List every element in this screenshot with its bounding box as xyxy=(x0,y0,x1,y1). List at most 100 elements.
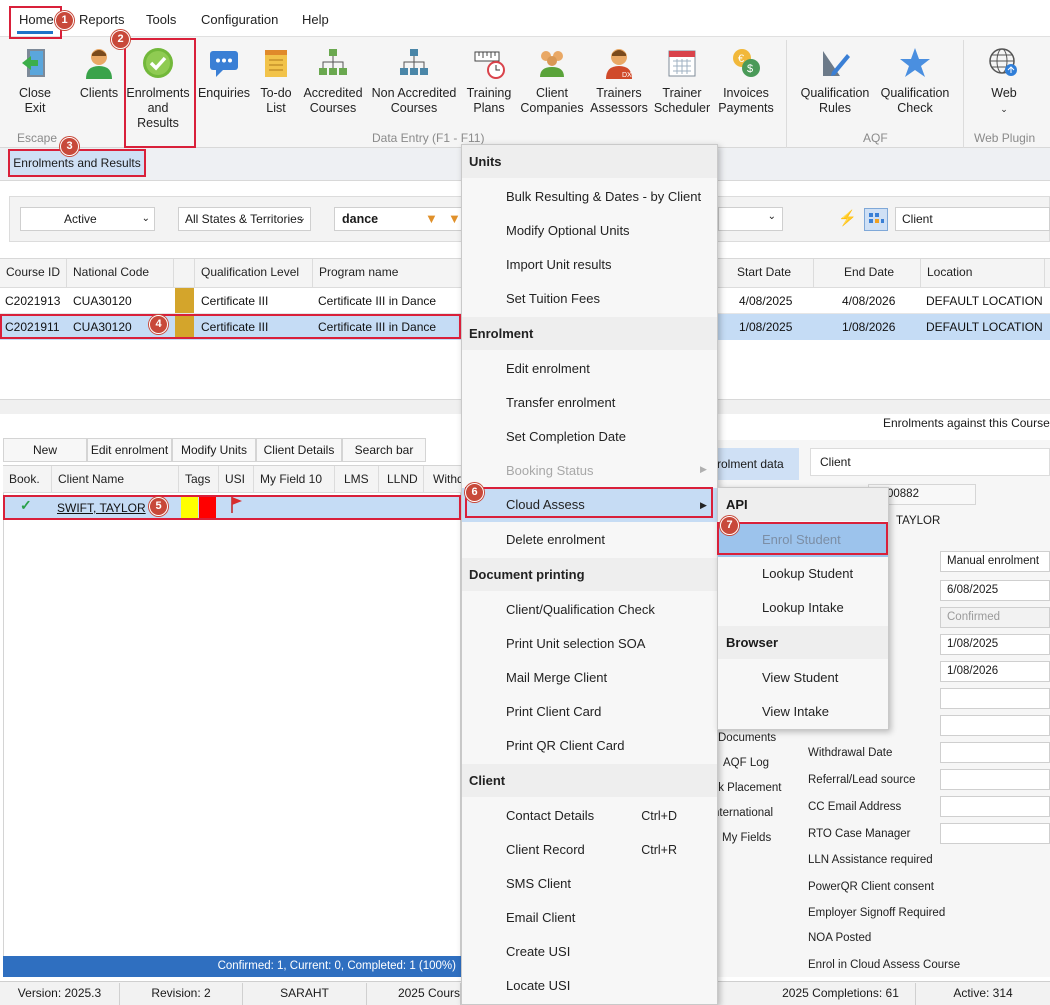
client-companies-label-2: Companies xyxy=(520,101,584,115)
web-button[interactable]: Web ⌄ xyxy=(975,46,1033,117)
header-course-id[interactable]: Course ID xyxy=(0,259,67,288)
header-lms[interactable]: LMS xyxy=(335,466,379,493)
client-companies-button[interactable]: Client Companies xyxy=(520,46,584,116)
menu-item-print-unit-soa[interactable]: Print Unit selection SOA xyxy=(462,627,717,661)
menu-item-delete-enrolment[interactable]: Delete enrolment xyxy=(462,523,717,557)
training-plans-button[interactable]: Training Plans xyxy=(463,46,515,116)
header-client-name[interactable]: Client Name xyxy=(52,466,179,493)
enrolments-results-button[interactable]: Enrolments and Results xyxy=(126,46,190,131)
secondary-dropdown[interactable]: ⌄ xyxy=(718,207,783,231)
header-llnd[interactable]: LLND xyxy=(379,466,424,493)
header-my-field-10[interactable]: My Field 10 xyxy=(254,466,335,493)
menu-home[interactable]: Home xyxy=(19,12,54,27)
lightning-icon[interactable]: ⚡ xyxy=(838,209,857,227)
menu-item-edit-enrolment[interactable]: Edit enrolment xyxy=(462,352,717,386)
qualification-rules-button[interactable]: Qualification Rules xyxy=(798,46,872,116)
trainers-assessors-button[interactable]: DX Trainers Assessors xyxy=(590,46,648,116)
row1-location: DEFAULT LOCATION xyxy=(926,294,1043,308)
menu-item-client-record[interactable]: Client Record Ctrl+R xyxy=(462,833,717,867)
header-color[interactable] xyxy=(174,259,195,288)
trainer-scheduler-button[interactable]: Trainer Scheduler xyxy=(653,46,711,116)
edit-enrolment-button[interactable]: Edit enrolment xyxy=(87,438,172,462)
enrolment-type-field[interactable]: Manual enrolment xyxy=(940,551,1050,572)
client-details-button[interactable]: Client Details xyxy=(256,438,342,462)
menu-item-transfer-enrolment[interactable]: Transfer enrolment xyxy=(462,386,717,420)
clients-button[interactable]: Clients xyxy=(74,46,124,101)
header-program-name[interactable]: Program name xyxy=(313,259,463,288)
menu-item-set-tuition-fees[interactable]: Set Tuition Fees xyxy=(462,282,717,316)
header-start-date[interactable]: Start Date xyxy=(731,259,814,288)
modify-units-button[interactable]: Modify Units xyxy=(172,438,256,462)
filter-clear-icon[interactable]: ▼ xyxy=(448,208,461,230)
non-accredited-courses-button[interactable]: Non Accredited Courses xyxy=(369,46,459,116)
menu-item-create-usi[interactable]: Create USI xyxy=(462,935,717,969)
menu-item-client-qual-check[interactable]: Client/Qualification Check xyxy=(462,593,717,627)
menu-item-contact-details[interactable]: Contact Details Ctrl+D xyxy=(462,799,717,833)
hierarchy-icon xyxy=(319,49,347,75)
header-withdrawn[interactable]: Withd xyxy=(424,466,464,493)
menu-item-print-client-card[interactable]: Print Client Card xyxy=(462,695,717,729)
menu-item-lookup-student[interactable]: Lookup Student xyxy=(718,557,888,591)
header-national-code[interactable]: National Code xyxy=(67,259,174,288)
search-input[interactable]: dance ▼ ▼ xyxy=(334,207,464,231)
menu-item-modify-optional-units[interactable]: Modify Optional Units xyxy=(462,214,717,248)
web-dropdown-icon[interactable]: ⌄ xyxy=(1000,104,1008,114)
blank-field-2[interactable] xyxy=(940,715,1050,736)
doc-tab-enrolments[interactable]: Enrolments and Results xyxy=(9,150,145,176)
menu-item-view-student[interactable]: View Student xyxy=(718,661,888,695)
filter-icon[interactable]: ▼ xyxy=(425,208,438,230)
menu-help[interactable]: Help xyxy=(302,12,329,27)
accredited-courses-button[interactable]: Accredited Courses xyxy=(302,46,364,116)
header-qualification-level[interactable]: Qualification Level xyxy=(195,259,313,288)
search-bar-button[interactable]: Search bar xyxy=(342,438,426,462)
side-tab-international[interactable]: nternational xyxy=(713,807,773,819)
enrolment-date-field[interactable]: 6/08/2025 xyxy=(940,580,1050,601)
qualification-check-button[interactable]: Qualification Check xyxy=(877,46,953,116)
cc-email-field[interactable] xyxy=(940,796,1050,817)
side-tab-work-placement[interactable]: ork Placement xyxy=(708,782,782,794)
group-aqf-label: AQF xyxy=(863,131,888,145)
client-name-link[interactable]: SWIFT, TAYLOR xyxy=(57,501,146,515)
menu-item-enrol-student[interactable]: Enrol Student xyxy=(718,523,888,557)
menu-configuration[interactable]: Configuration xyxy=(201,12,278,27)
referral-field[interactable] xyxy=(940,769,1050,790)
withdrawal-date-field[interactable] xyxy=(940,742,1050,763)
menu-item-mail-merge[interactable]: Mail Merge Client xyxy=(462,661,717,695)
side-tab-documents[interactable]: Documents xyxy=(718,732,776,744)
menu-item-cloud-assess[interactable]: Cloud Assess ▶ xyxy=(462,488,717,522)
menu-item-lookup-intake[interactable]: Lookup Intake xyxy=(718,591,888,625)
menu-item-bulk-resulting[interactable]: Bulk Resulting & Dates - by Client xyxy=(462,180,717,214)
menu-item-email-client[interactable]: Email Client xyxy=(462,901,717,935)
grid-layout-icon[interactable] xyxy=(864,208,888,231)
header-tags[interactable]: Tags xyxy=(179,466,219,493)
new-enrolment-button[interactable]: New Enrolment xyxy=(3,438,87,479)
menu-item-print-qr-card[interactable]: Print QR Client Card xyxy=(462,729,717,763)
header-end-date[interactable]: End Date xyxy=(814,259,921,288)
client-select[interactable]: Client xyxy=(895,207,1050,231)
menu-reports[interactable]: Reports xyxy=(79,12,125,27)
menu-item-locate-usi[interactable]: Locate USI xyxy=(462,969,717,1003)
todo-list-button[interactable]: To-do List xyxy=(254,46,298,116)
status-dropdown[interactable]: Active ⌄ xyxy=(20,207,155,231)
start-date-field[interactable]: 1/08/2025 xyxy=(940,634,1050,655)
status-user: SARAHT xyxy=(243,983,367,1005)
enquiries-button[interactable]: Enquiries xyxy=(197,46,251,101)
states-dropdown[interactable]: All States & Territories ⌄ xyxy=(178,207,311,231)
close-exit-button[interactable]: Close Exit xyxy=(10,46,60,116)
header-location[interactable]: Location xyxy=(921,259,1045,288)
invoices-payments-button[interactable]: € $ Invoices Payments xyxy=(717,46,775,116)
header-booked[interactable]: Book. xyxy=(3,466,52,493)
header-usi[interactable]: USI xyxy=(219,466,254,493)
blank-field-1[interactable] xyxy=(940,688,1050,709)
end-date-field[interactable]: 1/08/2026 xyxy=(940,661,1050,682)
case-manager-field[interactable] xyxy=(940,823,1050,844)
menu-item-sms-client[interactable]: SMS Client xyxy=(462,867,717,901)
menu-item-booking-status: Booking Status xyxy=(506,463,594,478)
section-browser: Browser xyxy=(718,626,888,659)
menu-item-set-completion-date[interactable]: Set Completion Date xyxy=(462,420,717,454)
menu-item-view-intake[interactable]: View Intake xyxy=(718,695,888,729)
side-tab-aqf-log[interactable]: AQF Log xyxy=(723,757,769,769)
menu-tools[interactable]: Tools xyxy=(146,12,176,27)
menu-item-import-unit-results[interactable]: Import Unit results xyxy=(462,248,717,282)
side-tab-my-fields[interactable]: My Fields xyxy=(722,832,771,844)
